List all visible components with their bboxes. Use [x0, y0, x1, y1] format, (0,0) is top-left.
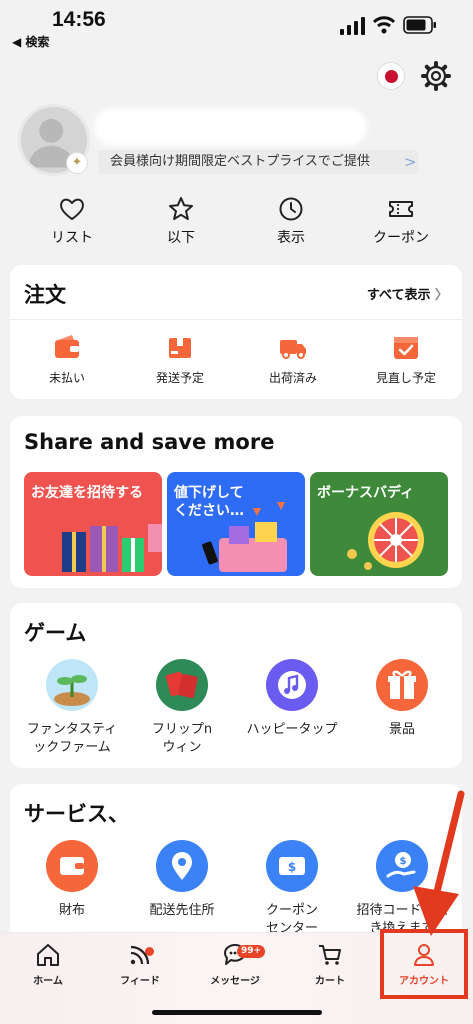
following-button[interactable]: 以下 — [136, 195, 226, 247]
to-ship-label: 発送予定 — [155, 371, 204, 385]
farm-icon — [46, 659, 98, 711]
unpaid-label: 未払い — [48, 371, 85, 385]
wallet-icon — [46, 840, 98, 892]
games-card: ゲーム ファンタスティ ックファーム フリップn ウィン ハッピータップ 景品 — [10, 603, 462, 768]
shopping-cart-illustration — [202, 502, 287, 572]
heart-icon — [60, 198, 84, 220]
gift-icon — [376, 659, 428, 711]
tab-messages-label: メッセージ — [210, 976, 260, 987]
wallet-service[interactable]: 財布 — [17, 840, 127, 920]
gift-boxes-illustration — [62, 524, 162, 572]
flip-icon — [156, 659, 208, 711]
happy-tap-label: ハッピータップ — [246, 722, 338, 737]
clock-icon — [279, 197, 303, 221]
tab-feed[interactable]: フィード — [100, 941, 180, 987]
svg-text:$: $ — [288, 860, 296, 874]
music-icon — [266, 659, 318, 711]
see-all-label: すべて表示 — [366, 288, 431, 303]
unpaid-orders-button[interactable]: 未払い — [17, 333, 117, 386]
tab-home-label: ホーム — [33, 976, 63, 987]
tab-feed-label: フィード — [120, 976, 160, 987]
status-time: 14:56 — [52, 8, 106, 31]
shipped-orders-button[interactable]: 出荷済み — [243, 333, 343, 386]
battery-icon — [403, 16, 436, 34]
ticket-icon — [389, 201, 413, 217]
following-label: 以下 — [167, 230, 195, 246]
happy-tap-game[interactable]: ハッピータップ — [237, 659, 347, 739]
prizes-label: 景品 — [388, 722, 415, 737]
see-all-orders-link[interactable]: すべて表示 〉 — [367, 284, 448, 303]
new-feed-dot — [145, 947, 154, 956]
prize-wheel-illustration — [347, 512, 424, 570]
tab-cart-label: カート — [315, 976, 345, 987]
wallet-label: 財布 — [58, 903, 85, 918]
prizes-game[interactable]: 景品 — [347, 659, 457, 739]
coupon-center-service[interactable]: $ クーポン センター — [237, 840, 347, 938]
share-card: Share and save more お友達を招待する 値下げして ください… … — [10, 416, 462, 588]
shipped-label: 出荷済み — [268, 371, 317, 385]
games-title: ゲーム — [24, 621, 87, 645]
shipping-address-label: 配送先住所 — [149, 903, 215, 918]
history-label: 表示 — [277, 230, 305, 246]
japan-flag-icon[interactable] — [377, 62, 405, 90]
flip-n-win-game[interactable]: フリップn ウィン — [127, 659, 237, 757]
annotation-highlight-box — [380, 929, 468, 999]
orders-card: 注文 すべて表示 〉 未払い 発送予定 出荷済み 見直し予定 — [10, 265, 462, 399]
chevron-right-icon: 〉 — [434, 288, 448, 303]
truck-icon — [280, 340, 306, 359]
services-title: サービス、 — [24, 802, 129, 826]
wishlist-label: リスト — [51, 230, 93, 246]
to-ship-orders-button[interactable]: 発送予定 — [130, 333, 230, 386]
tab-cart[interactable]: カート — [290, 941, 370, 987]
coupons-label: クーポン — [373, 230, 429, 246]
review-icon — [394, 337, 418, 359]
status-bar: 14:56 ◀ 検索 — [0, 0, 473, 52]
divider — [10, 319, 462, 320]
fantastic-farm-game[interactable]: ファンタスティ ックファーム — [17, 659, 127, 757]
coupons-button[interactable]: クーポン — [356, 195, 446, 247]
chevron-right-icon: > — [404, 153, 417, 171]
membership-sparkle-icon: ✦ — [66, 152, 88, 174]
tab-home[interactable]: ホーム — [8, 941, 88, 987]
flip-n-win-label: フリップn ウィン — [151, 722, 213, 755]
home-icon — [37, 944, 59, 966]
wifi-icon — [372, 16, 396, 34]
home-indicator — [152, 1010, 322, 1015]
cart-icon — [319, 945, 341, 965]
price-drop-promo[interactable]: 値下げして ください… — [167, 472, 305, 576]
back-to-search-link[interactable]: ◀ 検索 — [12, 33, 49, 50]
box-icon — [169, 338, 191, 358]
fantastic-farm-label: ファンタスティ ックファーム — [26, 722, 118, 755]
to-review-label: 見直し予定 — [375, 371, 436, 385]
location-icon — [156, 840, 208, 892]
star-icon — [169, 197, 193, 220]
orders-title: 注文 — [24, 283, 66, 307]
wallet-icon — [55, 335, 79, 358]
coupon-icon: $ — [266, 840, 318, 892]
tab-messages[interactable]: 99+ メッセージ — [195, 941, 275, 987]
gear-icon[interactable] — [420, 60, 452, 92]
bonus-buddy-promo[interactable]: ボーナスバディ — [310, 472, 448, 576]
cellular-signal-icon — [340, 17, 365, 35]
to-review-orders-button[interactable]: 見直し予定 — [356, 333, 456, 386]
history-button[interactable]: 表示 — [246, 195, 336, 247]
shipping-address-service[interactable]: 配送先住所 — [127, 840, 237, 920]
member-promo-banner[interactable]: 会員様向け期間限定ベストプライスでご提供 — [98, 150, 418, 174]
unread-messages-badge: 99+ — [237, 945, 266, 958]
annotation-arrow-icon — [413, 790, 465, 936]
wishlist-button[interactable]: リスト — [27, 195, 117, 247]
username-redacted — [98, 112, 363, 142]
invite-friends-promo[interactable]: お友達を招待する — [24, 472, 162, 576]
share-title: Share and save more — [24, 430, 275, 454]
